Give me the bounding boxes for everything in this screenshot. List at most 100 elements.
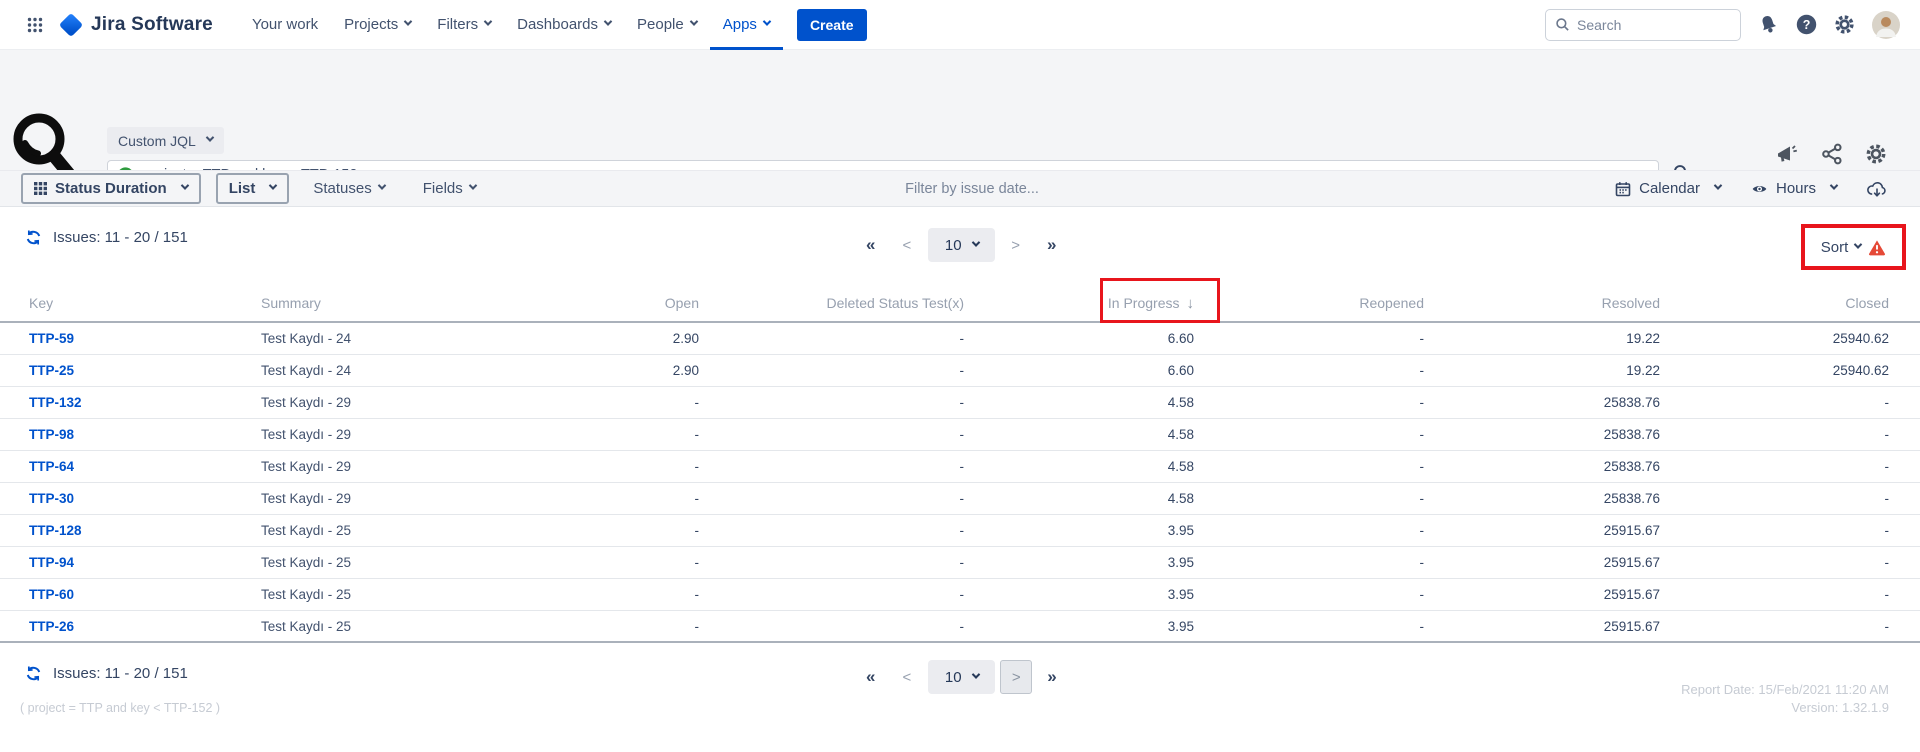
column-header-resolved[interactable]: Resolved (1424, 295, 1660, 311)
jira-diamond-icon (59, 12, 83, 36)
search-input[interactable] (1577, 17, 1727, 33)
issue-key-link[interactable]: TTP-26 (29, 619, 74, 634)
issue-key-link[interactable]: TTP-59 (29, 331, 74, 346)
in-progress-cell: 3.95 (964, 619, 1194, 634)
footer-bar: Issues: 11 - 20 / 151 « < 10 > » Report … (0, 643, 1920, 750)
open-cell: - (640, 523, 699, 538)
export-cloud-icon[interactable] (1867, 180, 1887, 197)
last-page-button[interactable]: » (1047, 667, 1056, 687)
summary-cell: Test Kaydı - 25 (261, 523, 640, 538)
table-row: TTP-25Test Kaydı - 242.90-6.60-19.222594… (0, 355, 1920, 387)
settings-gear-icon[interactable] (1834, 14, 1855, 35)
next-page-button[interactable]: > (1000, 660, 1032, 694)
issue-key-link[interactable]: TTP-25 (29, 363, 74, 378)
calendar-dropdown[interactable]: Calendar (1615, 180, 1721, 197)
hours-dropdown[interactable]: Hours (1751, 180, 1837, 197)
global-search[interactable] (1545, 9, 1741, 41)
table-body: TTP-59Test Kaydı - 242.90-6.60-19.222594… (0, 323, 1920, 643)
column-header-closed[interactable]: Closed (1660, 295, 1889, 311)
nav-item-label: Your work (252, 16, 318, 33)
column-header-summary[interactable]: Summary (261, 295, 640, 311)
issue-key-cell: TTP-94 (29, 555, 261, 570)
column-header-in-progress[interactable]: In Progress↓ (964, 295, 1194, 312)
nav-right: ? (1545, 9, 1900, 41)
issue-key-cell: TTP-30 (29, 491, 261, 506)
issue-key-link[interactable]: TTP-64 (29, 459, 74, 474)
refresh-icon[interactable] (25, 665, 42, 682)
table-row: TTP-59Test Kaydı - 242.90-6.60-19.222594… (0, 323, 1920, 355)
reopened-cell: - (1194, 587, 1424, 602)
chevron-down-icon (763, 17, 771, 25)
open-cell: - (640, 427, 699, 442)
next-page-button[interactable]: > (1011, 237, 1020, 254)
announcement-megaphone-icon[interactable] (1775, 143, 1799, 165)
nav-item-projects[interactable]: Projects (331, 0, 424, 50)
first-page-button[interactable]: « (866, 667, 875, 687)
column-header-open[interactable]: Open (640, 295, 699, 311)
column-header-deleted-status-test-x[interactable]: Deleted Status Test(x) (699, 295, 964, 311)
issues-count: Issues: 11 - 20 / 151 (53, 229, 188, 246)
issue-key-link[interactable]: TTP-98 (29, 427, 74, 442)
column-header-reopened[interactable]: Reopened (1194, 295, 1424, 311)
refresh-icon[interactable] (25, 229, 42, 246)
sort-warning-icon[interactable] (1868, 239, 1886, 256)
page-size-select[interactable]: 10 (928, 660, 995, 694)
chevron-down-icon (604, 17, 612, 25)
in-progress-cell: 3.95 (964, 555, 1194, 570)
view-select[interactable]: List (216, 173, 290, 204)
statuses-dropdown[interactable]: Statuses (313, 180, 384, 197)
summary-cell: Test Kaydı - 29 (261, 427, 640, 442)
column-label: Key (29, 295, 53, 311)
prev-page-button[interactable]: < (902, 669, 911, 686)
issue-key-link[interactable]: TTP-60 (29, 587, 74, 602)
help-icon[interactable]: ? (1796, 14, 1817, 35)
fields-dropdown[interactable]: Fields (423, 180, 476, 197)
deleted-cell: - (699, 523, 964, 538)
resolved-cell: 25838.76 (1424, 395, 1660, 410)
nav-item-filters[interactable]: Filters (424, 0, 504, 50)
issue-key-cell: TTP-128 (29, 523, 261, 538)
reopened-cell: - (1194, 331, 1424, 346)
deleted-cell: - (699, 427, 964, 442)
resolved-cell: 25915.67 (1424, 619, 1660, 634)
user-avatar[interactable] (1872, 11, 1900, 39)
last-page-button[interactable]: » (1047, 235, 1056, 255)
nav-item-your-work[interactable]: Your work (239, 0, 331, 50)
nav-item-dashboards[interactable]: Dashboards (504, 0, 624, 50)
annotation-box-sort: Sort (1801, 224, 1906, 270)
nav-item-people[interactable]: People (624, 0, 710, 50)
first-page-button[interactable]: « (866, 235, 875, 255)
sort-dropdown[interactable]: Sort (1821, 239, 1862, 256)
report-settings-gear-icon[interactable] (1865, 143, 1887, 165)
toolbar-right: Calendar Hours (1615, 180, 1899, 197)
issue-date-filter[interactable]: Filter by issue date... (905, 181, 1039, 197)
closed-cell: - (1660, 427, 1889, 442)
jira-logo[interactable]: Jira Software (60, 14, 213, 36)
reopened-cell: - (1194, 395, 1424, 410)
issue-key-link[interactable]: TTP-132 (29, 395, 82, 410)
prev-page-button[interactable]: < (902, 237, 911, 254)
report-info: Report Date: 15/Feb/2021 11:20 AM Versio… (1681, 681, 1889, 717)
page-size-select[interactable]: 10 (928, 228, 995, 262)
deleted-cell: - (699, 555, 964, 570)
column-header-key[interactable]: Key (29, 295, 261, 311)
report-toolbar: Status Duration List Statuses Fields Fil… (0, 170, 1920, 207)
issue-key-link[interactable]: TTP-30 (29, 491, 74, 506)
query-mode-select[interactable]: Custom JQL (107, 127, 224, 154)
resolved-cell: 25915.67 (1424, 523, 1660, 538)
issue-key-link[interactable]: TTP-94 (29, 555, 74, 570)
nav-item-apps[interactable]: Apps (710, 0, 783, 50)
chevron-down-icon (484, 17, 492, 25)
share-icon[interactable] (1821, 143, 1843, 165)
issue-key-link[interactable]: TTP-128 (29, 523, 82, 538)
nav-item-label: People (637, 16, 684, 33)
closed-cell: 25940.62 (1660, 363, 1889, 378)
deleted-cell: - (699, 395, 964, 410)
create-button[interactable]: Create (797, 9, 867, 41)
nav-item-label: Apps (723, 16, 757, 33)
app-switcher-icon[interactable] (20, 10, 50, 40)
open-cell: 2.90 (640, 363, 699, 378)
notifications-bell-icon[interactable] (1758, 14, 1779, 35)
report-type-select[interactable]: Status Duration (21, 173, 201, 204)
column-label: Resolved (1602, 295, 1660, 311)
